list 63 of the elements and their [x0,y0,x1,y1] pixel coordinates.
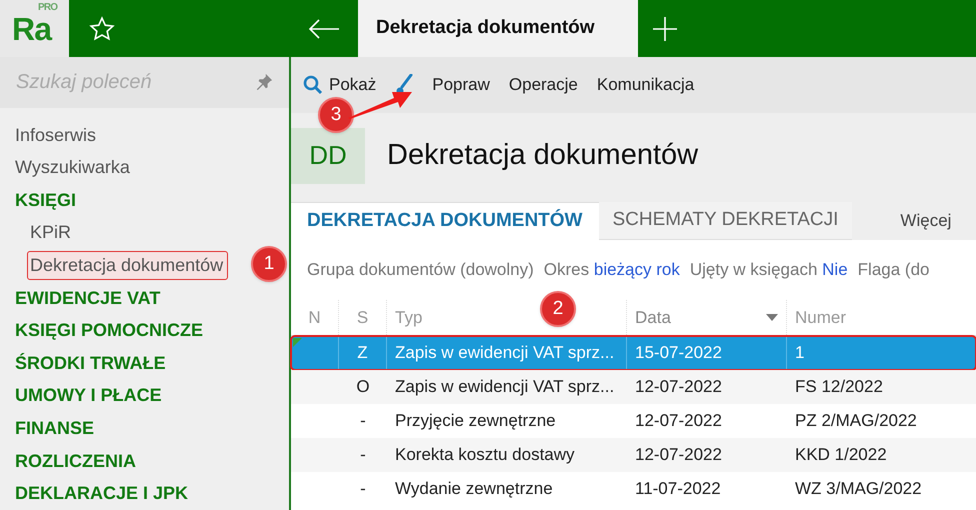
section-heading[interactable]: FINANSE [15,415,94,442]
table-row[interactable]: Z Zapis w ewidencji VAT sprz... 15-07-2022 1 [291,336,976,370]
menu-item[interactable]: Infoserwis [15,122,96,149]
table-cell-text: O [356,376,370,398]
column-header[interactable]: Typ [395,304,422,330]
table-cell-text: Korekta kosztu dostawy [395,444,575,466]
table-row[interactable]: O Zapis w ewidencji VAT sprz... 12-07-2022 FS 12/2022 [291,370,976,404]
section-heading[interactable]: DEKLARACJE I JPK [15,480,188,508]
table-cell-text: - [360,410,366,432]
filter-item[interactable]: Grupa dokumentów (dowolny) [307,257,534,283]
search-icon[interactable] [303,75,323,95]
view-tab[interactable]: DEKRETACJA DOKUMENTÓW [291,202,598,240]
table-cell-text: Z [357,342,368,364]
section-heading[interactable]: EWIDENCJE VAT [15,284,160,312]
search-input[interactable]: Szukaj poleceń [16,67,236,98]
sort-down-icon[interactable] [766,314,778,322]
table-cell-text: KKD 1/2022 [795,444,887,466]
table-cell-text: 12-07-2022 [635,444,722,466]
back-arrow-icon[interactable] [308,18,340,38]
section-heading[interactable]: KSIĘGI [15,186,76,214]
app-logo: Ra PRO [0,0,69,57]
table-cell-text: - [360,478,366,500]
column-header[interactable]: N [308,304,321,330]
toolbar-item[interactable]: Pokaż [329,72,376,98]
toolbar-item[interactable]: Komunikacja [596,72,694,98]
column-header[interactable]: Numer [795,304,846,330]
page-badge: DD [291,128,365,184]
table-cell-text: Zapis w ewidencji VAT sprz... [395,342,614,364]
toolbar-item[interactable]: Operacje [508,72,578,98]
table-row[interactable]: - Korekta kosztu dostawy 12-07-2022 KKD 1/2022 [291,438,976,472]
table-cell-text: - [360,444,366,466]
column-header[interactable]: Data [635,304,671,330]
more-link[interactable]: Więcej [900,202,952,234]
table-cell-text: Wydanie zewnętrzne [395,478,553,500]
section-heading[interactable]: ROZLICZENIA [15,448,136,475]
filter-item[interactable]: Okres bieżący rok [544,257,680,283]
table-cell-text: 1 [795,342,804,364]
search-field[interactable]: Szukaj poleceń [0,57,289,108]
filter-item[interactable]: Flaga (do [858,257,930,283]
table-cell-text: WZ 3/MAG/2022 [795,478,922,500]
section-heading[interactable]: KSIĘGI POMOCNICZE [15,317,204,344]
table-cell-text: 12-07-2022 [635,376,722,398]
menu-item[interactable]: Wyszukiwarka [15,154,130,182]
menu-item[interactable]: Dekretacja dokumentów [28,252,228,280]
view-tab[interactable]: SCHEMATY DEKRETACJI [598,202,852,240]
table-cell-text: Zapis w ewidencji VAT sprz... [395,376,614,398]
filter-item[interactable]: Ujęty w księgach Nie [690,257,848,283]
table-cell-text: 15-07-2022 [635,342,722,364]
toolbar-item[interactable]: Popraw [432,72,490,98]
pin-icon[interactable] [255,73,273,92]
menu-item[interactable]: KPiR [30,219,72,246]
page-title: Dekretacja dokumentów [387,138,698,173]
table-cell-text: 11-07-2022 [635,478,721,500]
section-heading[interactable]: ŚRODKI TRWAŁE [15,350,166,377]
table-cell-text: 12-07-2022 [635,410,722,432]
add-icon[interactable] [652,16,678,42]
table-cell-text: FS 12/2022 [795,376,883,398]
section-heading[interactable]: UMOWY I PŁACE [15,382,162,410]
window-tab[interactable]: Dekretacja dokumentów [358,0,638,57]
table-cell-text: PZ 2/MAG/2022 [795,410,917,432]
table-cell-text: Przyjęcie zewnętrzne [395,410,556,432]
column-header[interactable]: S [356,304,368,330]
star-icon[interactable] [89,16,115,42]
